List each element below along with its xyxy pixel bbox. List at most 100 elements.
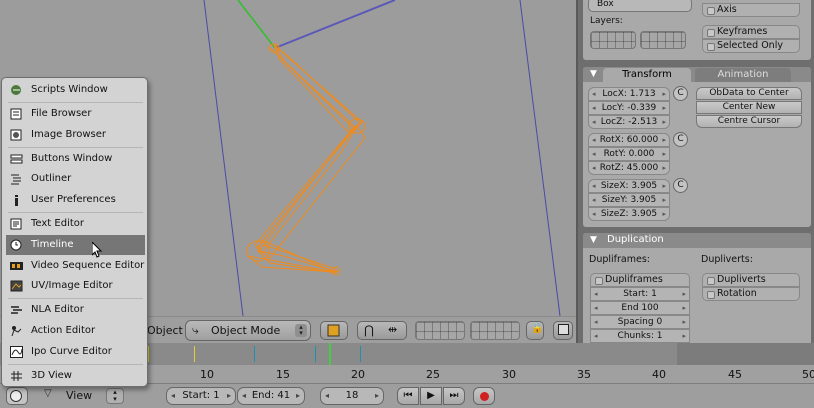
keyframes-toggle[interactable]: Keyframes [702,25,800,39]
clear-size-button[interactable]: C [673,178,688,193]
end-frame-field[interactable]: End: 41 [237,387,305,405]
jump-end-button[interactable]: ⏭ [443,387,465,405]
menu-item-label: User Preferences [31,194,116,205]
menu-item-buttons-window[interactable]: Buttons Window [6,149,145,169]
dupli-chunks-field[interactable]: Chunks: 1 [590,329,690,343]
menu-item-label: Scripts Window [31,84,108,95]
menu-item-label: Image Browser [31,129,107,140]
tab-animation[interactable]: Animation [695,68,791,82]
centre-cursor-button[interactable]: Centre Cursor [696,115,802,128]
duplication-panel: ▼ Duplication Dupliframes: Dupliverts: D… [583,233,811,343]
manipulator-icon: ⇹ [388,323,398,336]
jump-start-button[interactable]: ⏮ [397,387,419,405]
menu-item-label: Timeline [31,239,74,250]
tick-label: 45 [728,368,742,381]
view-menu[interactable]: View [66,389,92,402]
duplication-panel-header: ▼ Duplication [583,233,811,248]
nla-editor-icon [11,306,22,314]
obdata-to-center-button[interactable]: ObData to Center [696,87,802,100]
menu-item-action-editor[interactable]: Action Editor [6,321,145,341]
draw-panel: Box Axis Layers: Keyframes Selected Only [583,0,811,60]
tick-label: 15 [276,368,290,381]
menu-item-ipo-curve-editor[interactable]: Ipo Curve Editor [6,342,145,362]
object-layers-right[interactable] [640,31,686,49]
rotation-toggle[interactable]: Rotation [702,287,800,301]
menu-item-user-preferences[interactable]: User Preferences [6,190,145,210]
menu-item-image-browser[interactable]: Image Browser [6,125,145,145]
sizez-field[interactable]: SizeZ: 3.905 [588,207,670,221]
selected-only-toggle[interactable]: Selected Only [702,39,800,53]
sizex-field[interactable]: SizeX: 3.905 [588,179,670,193]
rotz-field[interactable]: RotZ: 45.000 [588,161,670,175]
current-frame-line[interactable] [329,343,331,365]
object-mode-select[interactable]: ⤷ Object Mode ▴ ▾ [185,320,311,341]
pivot-button[interactable]: ⋂ ⇹ [357,321,407,340]
draw-type-button[interactable] [320,321,348,340]
menu-item-label: Video Sequence Editor [31,260,145,271]
object-menu[interactable]: Object [147,324,183,337]
menu-item-outliner[interactable]: Outliner [6,169,145,189]
dupli-spacing-field[interactable]: Spacing 0 [590,315,690,329]
editor-type-button[interactable] [6,387,28,405]
draw-type-select[interactable]: Box [588,0,692,12]
image-icon [558,324,569,335]
object-layers-left[interactable] [590,31,636,49]
locy-field[interactable]: LocY: -0.339 [588,101,670,115]
locz-field[interactable]: LocZ: -2.513 [588,115,670,129]
tab-animation-label: Animation [717,69,769,80]
keyframe-marker [148,346,149,362]
keyframe-marker [315,346,316,362]
play-icon: ▶ [427,390,435,401]
image-browser-icon [10,129,22,141]
tick-label: 25 [426,368,440,381]
tick-label: 30 [502,368,516,381]
editor-type-menu: Scripts Window File Browser Image Browse… [1,77,148,387]
menu-item-timeline[interactable]: Timeline [6,235,145,255]
lock-button[interactable]: 🔒 [526,321,544,340]
menu-item-label: Action Editor [31,325,96,336]
render-button[interactable] [553,321,573,340]
menu-item-file-browser[interactable]: File Browser [6,104,145,124]
locx-field[interactable]: LocX: 1.713 [588,87,670,101]
tick-label: 50 [802,368,814,381]
dupliframes-toggle[interactable]: Dupliframes [590,273,690,287]
clear-rotation-button[interactable]: C [673,132,688,147]
menu-item-video-sequence-editor[interactable]: Video Sequence Editor [6,256,145,276]
dupli-start-field[interactable]: Start: 1 [590,287,690,301]
collapse-menu-icon[interactable]: ▽ [44,388,52,399]
menu-item-label: Ipo Curve Editor [31,346,112,357]
duplication-title: Duplication [607,234,664,245]
keyframe-marker [194,346,195,362]
clear-location-button[interactable]: C [673,86,688,101]
chevron-updown-icon[interactable]: ▴ ▾ [106,388,124,404]
tick-label: 40 [652,368,666,381]
roty-field[interactable]: RotY: 0.000 [588,147,670,161]
dupliverts-toggle[interactable]: Dupliverts [702,273,800,287]
tick-label: 20 [351,368,365,381]
dupli-end-field[interactable]: End 100 [590,301,690,315]
menu-item-nla-editor[interactable]: NLA Editor [6,300,145,320]
menu-item-uv-image-editor[interactable]: UV/Image Editor [6,276,145,296]
axis-toggle[interactable]: Axis [702,3,800,17]
menu-separator [8,298,143,299]
collapse-icon[interactable]: ▼ [590,235,597,245]
start-frame-field[interactable]: Start: 1 [166,387,236,405]
collapse-icon[interactable]: ▼ [590,69,597,79]
menu-item-3d-view[interactable]: 3D View [6,366,145,386]
object-mode-label: Object Mode [211,324,281,337]
sizey-field[interactable]: SizeY: 3.905 [588,193,670,207]
record-button[interactable] [473,387,495,405]
shaded-cube-icon [327,324,340,337]
menu-item-label: Buttons Window [31,153,113,164]
layer-buttons-right[interactable] [470,321,520,340]
current-frame-field[interactable]: 18 [320,387,384,405]
layer-buttons-left[interactable] [415,321,465,340]
object-mode-icon: ⤷ [192,323,199,337]
menu-item-scripts-window[interactable]: Scripts Window [6,80,145,100]
center-new-button[interactable]: Center New [696,101,802,114]
rotx-field[interactable]: RotX: 60.000 [588,133,670,147]
play-button[interactable]: ▶ [420,387,442,405]
tab-transform[interactable]: Transform [603,68,691,82]
menu-item-label: File Browser [31,108,92,119]
menu-item-text-editor[interactable]: Text Editor [6,214,145,234]
